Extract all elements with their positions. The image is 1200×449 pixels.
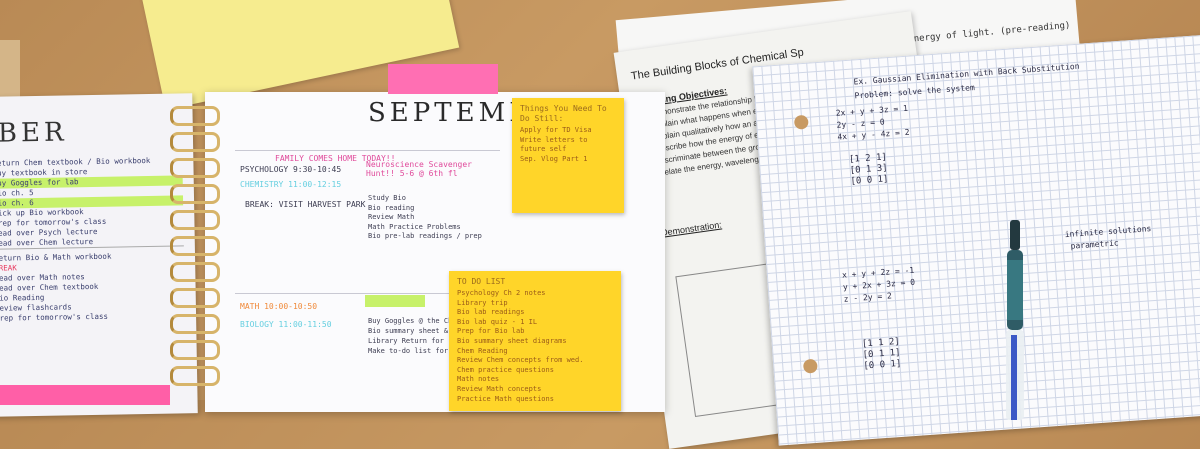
todo-item: Math notes: [457, 375, 500, 384]
punch-hole: [793, 114, 809, 130]
sticky-note-things-to-do: Things You Need To Do Still: Apply for T…: [512, 98, 624, 213]
math-infinite: infinite solutions: [1064, 224, 1152, 240]
todo-item: Psychology Ch 2 notes: [457, 289, 546, 297]
spiral-ring: [170, 184, 220, 204]
sticky-item: Apply for TD Visa: [520, 126, 592, 134]
math-problem: Problem: solve the system: [854, 83, 976, 101]
todo-item: Bio summary sheet diagrams: [457, 336, 567, 345]
left-month-title: BER: [0, 117, 68, 149]
todo-item: Chem practice questions: [457, 365, 554, 374]
spiral-ring: [170, 314, 220, 334]
matrix: [1 1 2] [0 1 1] [0 0 1]: [861, 336, 902, 372]
sticky-title: Things You Need To Do Still:: [520, 104, 607, 123]
spiral-ring: [170, 106, 220, 126]
sticky-note-todo-list: TO DO LIST Psychology Ch 2 notes Library…: [449, 271, 621, 411]
math-parametric: parametric: [1070, 238, 1119, 251]
left-task-list: Return Chem textbook / Bio workbook Buy …: [0, 155, 185, 323]
spiral-ring: [170, 236, 220, 256]
sticky-item: Sep. Vlog Part 1: [520, 154, 588, 163]
event-chemistry: CHEMISTRY 11:00-12:15: [240, 180, 342, 189]
math-line: 4x + y - 4z = 2: [837, 127, 910, 142]
grid-paper-math: Ex. Gaussian Elimination with Back Subst…: [752, 34, 1200, 446]
note-neuroscience: Neuroscience Scavenger Hunt!! 5-6 @ 6th …: [366, 160, 472, 178]
ruler: [0, 40, 20, 100]
planner-left-page: BER Return Chem textbook / Bio workbook …: [0, 93, 198, 417]
pink-sticky-flag: [0, 385, 170, 405]
task-item: Review Math: [368, 213, 415, 221]
todo-item: Chem Reading: [457, 346, 508, 355]
task-item: Bio pre-lab readings / prep: [368, 232, 482, 240]
sticky-item: Write letters to future self: [520, 135, 588, 154]
spiral-ring: [170, 366, 220, 386]
spiral-binding: [170, 100, 220, 400]
demonstration-label: Demonstration:: [660, 219, 723, 238]
spiral-ring: [170, 132, 220, 152]
list-item: Prep for tomorrow's class: [0, 311, 109, 323]
sticky-list: Apply for TD Visa Write letters to futur…: [520, 126, 616, 164]
divider: [235, 150, 500, 151]
todo-item: Review Math concepts: [457, 384, 542, 393]
highlight-mark: [365, 295, 425, 307]
matrix: [1 2 1] [0 1 3] [0 0 1]: [848, 152, 889, 187]
event-biology: BIOLOGY 11:00-11:50: [240, 320, 332, 329]
pen: [1006, 220, 1024, 420]
sticky-title: TO DO LIST: [457, 277, 506, 286]
todo-item: Bio lab readings: [457, 308, 525, 317]
event-break: BREAK: VISIT HARVEST PARK: [245, 200, 366, 209]
event-math: MATH 10:00-10:50: [240, 302, 318, 311]
note-line: Neuroscience Scavenger: [366, 160, 472, 169]
spiral-ring: [170, 158, 220, 178]
todo-item: Prep for Bio lab: [457, 327, 525, 336]
pink-tab-marker: [388, 64, 498, 94]
punch-hole: [802, 358, 818, 374]
event-psychology: PSYCHOLOGY 9:30-10:45: [240, 165, 342, 174]
math-line: y + 2x + 3z = 0: [842, 277, 916, 292]
math-line: z - 2y = 2: [843, 291, 893, 304]
todo-item: Review Chem concepts from wed.: [457, 356, 584, 365]
note-line: Hunt!! 5-6 @ 6th fl: [366, 169, 458, 178]
spiral-ring: [170, 340, 220, 360]
math-line: 2y - z = 0: [836, 117, 885, 130]
notepad-scribbles: [169, 0, 423, 27]
handout-note: energy of light. (pre-reading): [908, 20, 1071, 45]
spiral-ring: [170, 210, 220, 230]
todo-item: Practice Math questions: [457, 394, 554, 403]
task-item: Study Bio: [368, 194, 406, 202]
todo-item: Library trip: [457, 298, 508, 307]
task-list-a: Study Bio Bio reading Review Math Math P…: [368, 194, 482, 242]
task-item: Math Practice Problems: [368, 222, 461, 231]
task-item: Bio reading: [368, 203, 415, 212]
math-line: 2x + y + 3z = 1: [835, 103, 909, 118]
spiral-ring: [170, 262, 220, 282]
spiral-ring: [170, 288, 220, 308]
todo-item: Bio lab quiz - 1 IL: [457, 317, 538, 326]
todo-list: Psychology Ch 2 notes Library trip Bio l…: [457, 289, 613, 404]
